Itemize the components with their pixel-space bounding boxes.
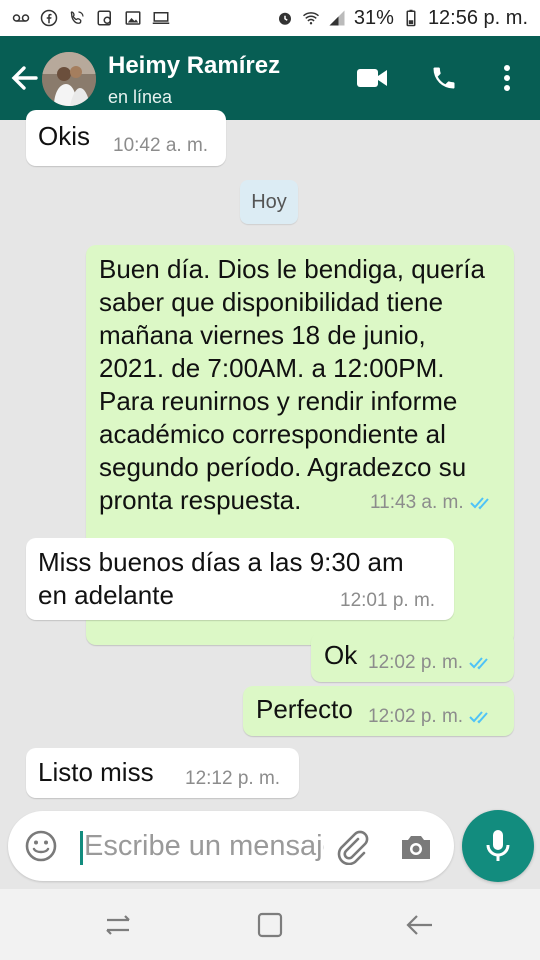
contact-name[interactable]: Heimy Ramírez	[108, 52, 280, 80]
message-text: Perfecto	[256, 694, 353, 724]
messenger-icon	[97, 10, 111, 26]
message-meta: 12:02 p. m.	[368, 706, 495, 728]
gallery-icon	[125, 11, 141, 25]
more-vert-icon[interactable]	[487, 58, 527, 98]
chat-area[interactable]: Okis 10:42 a. m. Hoy Buen día. Dios le b…	[0, 110, 540, 810]
recents-icon[interactable]	[98, 909, 138, 941]
battery-icon	[406, 9, 416, 27]
alarm-icon	[278, 12, 291, 25]
message-time: 10:42 a. m.	[113, 135, 209, 156]
message-bubble-incoming[interactable]: Miss buenos días a las 9:30 am en adelan…	[26, 538, 454, 620]
read-ticks-icon	[469, 657, 488, 670]
text-cursor	[80, 831, 83, 865]
chat-header: Heimy Ramírez en línea	[0, 36, 540, 120]
message-time: 12:02 p. m.	[368, 652, 464, 673]
message-meta: 11:43 a. m.	[370, 492, 496, 514]
back-arrow-icon[interactable]	[8, 60, 40, 96]
contact-status: en línea	[108, 87, 173, 107]
screen-icon	[152, 12, 170, 24]
message-bubble-incoming[interactable]: Okis 10:42 a. m.	[26, 110, 226, 166]
message-text: Okis	[38, 121, 90, 151]
message-text: Ok	[324, 640, 358, 670]
status-notification-icons	[12, 6, 170, 30]
read-ticks-icon	[469, 711, 488, 724]
date-divider: Hoy	[240, 180, 298, 224]
message-time: 11:43 a. m.	[370, 492, 464, 513]
battery-percent: 31%	[353, 6, 394, 29]
message-time: 12:01 p. m.	[340, 590, 436, 611]
facebook-icon	[40, 9, 58, 27]
message-input[interactable]	[84, 823, 324, 869]
system-nav-bar	[0, 889, 540, 960]
mic-icon[interactable]	[462, 810, 534, 882]
message-bubble-outgoing[interactable]: Perfecto 12:02 p. m.	[243, 686, 514, 736]
home-icon[interactable]	[250, 909, 290, 941]
message-text: Buen día. Dios le bendiga, quería saber …	[99, 254, 485, 515]
read-ticks-icon	[469, 497, 489, 510]
status-time: 12:56 p. m.	[427, 6, 528, 29]
message-bubble-incoming[interactable]: Listo miss 12:12 p. m.	[26, 748, 299, 798]
message-time: 12:02 p. m.	[368, 706, 464, 727]
message-meta: 12:02 p. m.	[368, 652, 495, 674]
back-icon[interactable]	[400, 909, 440, 941]
camera-icon[interactable]	[398, 829, 434, 865]
attach-icon[interactable]	[334, 829, 370, 866]
message-bubble-outgoing[interactable]: Ok 12:02 p. m.	[311, 632, 514, 682]
emoji-icon[interactable]	[24, 829, 58, 863]
viber-icon	[70, 11, 84, 24]
message-time: 12:12 p. m.	[185, 768, 281, 789]
status-system-icons: 31% 12:56 p. m.	[276, 6, 528, 30]
signal-icon	[329, 10, 345, 26]
avatar[interactable]	[42, 52, 96, 106]
voicemail-icon	[12, 14, 30, 22]
message-text: Listo miss	[38, 757, 154, 787]
wifi-icon	[302, 12, 319, 25]
video-call-icon[interactable]	[352, 58, 392, 98]
status-bar: 31% 12:56 p. m.	[0, 0, 540, 36]
message-composer	[8, 811, 454, 881]
phone-icon[interactable]	[424, 58, 464, 98]
